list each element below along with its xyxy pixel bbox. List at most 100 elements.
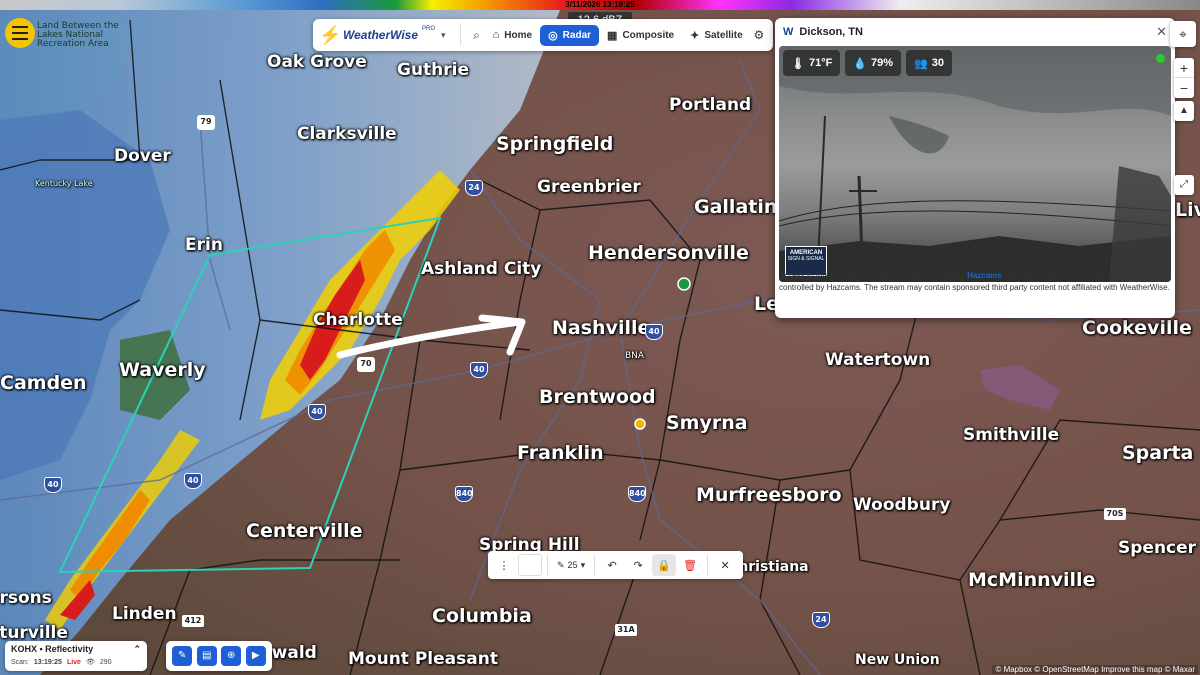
radar-icon: ◎ <box>548 29 558 42</box>
interstate-shield: 840 <box>455 486 473 502</box>
draw-button[interactable]: ✎ <box>172 646 193 666</box>
satellite-icon: ✦ <box>690 29 700 42</box>
map-icon: ▤ <box>202 650 212 661</box>
users-icon: 👥 <box>914 57 928 70</box>
radar-info-card[interactable]: KOHX • Reflectivity ⌃ Scan: 13:19:25 Liv… <box>5 641 147 671</box>
undo-button[interactable]: ↶ <box>600 554 624 576</box>
settings-icon[interactable]: ⚙ <box>751 28 767 42</box>
city-label: Smyrna <box>666 412 748 434</box>
city-label: McMinnville <box>968 569 1096 591</box>
city-label: Spencer <box>1118 538 1197 558</box>
interstate-shield: 24 <box>465 180 483 196</box>
city-label: Franklin <box>517 442 604 464</box>
map-attribution[interactable]: © Mapbox © OpenStreetMap Improve this ma… <box>992 665 1198 674</box>
humidity-badge: 💧 79% <box>845 50 902 76</box>
city-label: Camden <box>0 372 87 394</box>
camera-scene <box>779 46 1171 282</box>
city-label: Gallatin <box>694 196 778 218</box>
locate-button[interactable]: ⊕ <box>221 646 242 666</box>
close-icon[interactable]: ✕ <box>1156 24 1167 40</box>
city-label: Watertown <box>825 350 931 370</box>
tab-label: Satellite <box>704 29 743 41</box>
compass-button[interactable]: ⌖ <box>1170 21 1196 47</box>
route-shield: 412 <box>182 615 204 627</box>
interstate-shield: 40 <box>645 324 663 340</box>
eye-icon: 👁 <box>85 659 95 666</box>
temperature-badge: 🌡 71°F <box>783 50 841 76</box>
scan-time: 13:19:25 <box>33 658 62 666</box>
redo-button[interactable]: ↷ <box>626 554 650 576</box>
brand-name: WeatherWise <box>343 28 419 42</box>
menu-button[interactable] <box>5 18 35 48</box>
color-swatch[interactable] <box>518 554 542 576</box>
radar-site-name: KOHX • Reflectivity <box>11 644 94 654</box>
city-label: Charlotte <box>313 310 403 330</box>
brand-pro-tag: PRO <box>422 26 436 32</box>
tab-home[interactable]: ⌂ Home <box>485 25 540 45</box>
redo-icon: ↷ <box>633 559 643 572</box>
route-shield: 31A <box>615 624 637 636</box>
zoom-out-button[interactable]: − <box>1174 78 1194 98</box>
zoom-in-button[interactable]: + <box>1174 58 1194 78</box>
interstate-shield: 840 <box>628 486 646 502</box>
map-layers-button[interactable]: ▤ <box>196 646 217 666</box>
tab-satellite[interactable]: ✦ Satellite <box>682 25 751 46</box>
top-navigation: ⚡ WeatherWise PRO ▾ ⌕ ⌂ Home ◎ Radar ▦ C… <box>313 19 773 51</box>
lock-icon: 🔒 <box>657 559 671 572</box>
tab-composite[interactable]: ▦ Composite <box>599 25 682 46</box>
camera-panel: W Dickson, TN ✕ 🌡 71°F 💧 79% 👥 30 AMERIC… <box>775 18 1175 318</box>
zoom-controls: + − <box>1174 58 1194 98</box>
city-label: Erin <box>185 235 223 255</box>
compass-icon: ⌖ <box>1179 26 1187 42</box>
play-icon: ▶ <box>251 650 260 661</box>
drawing-toolbar: ⋮ ✎ 25 ▾ ↶ ↷ 🔒 🗑 ✕ <box>488 551 743 579</box>
camera-video[interactable]: 🌡 71°F 💧 79% 👥 30 AMERICAN SIGN & SIGNAL <box>779 46 1171 282</box>
fullscreen-icon: ⤢ <box>1180 179 1188 190</box>
drag-handle-icon[interactable]: ⋮ <box>492 554 516 576</box>
thermometer-icon: 🌡 <box>791 57 805 70</box>
city-label: Sparta <box>1122 442 1194 464</box>
city-label: Cookeville <box>1082 317 1192 339</box>
chevron-up-icon[interactable]: ⌃ <box>133 644 141 655</box>
city-label: Mount Pleasant <box>348 649 498 669</box>
chevron-down-icon: ▾ <box>441 29 446 40</box>
park-label: Land Between the Lakes National Recreati… <box>37 21 119 49</box>
city-label: Columbia <box>432 605 532 627</box>
city-label: Guthrie <box>397 60 470 80</box>
humidity-value: 79% <box>871 57 894 69</box>
airport-label: BNA <box>625 351 645 361</box>
camera-location: Dickson, TN <box>799 26 863 38</box>
reset-bearing-button[interactable]: ▲ <box>1174 101 1194 121</box>
interstate-shield: 40 <box>184 473 202 489</box>
provider-link[interactable]: Hazcams <box>967 271 1002 280</box>
close-drawing-button[interactable]: ✕ <box>713 554 737 576</box>
search-icon[interactable]: ⌕ <box>468 28 484 43</box>
route-shield: 70 <box>357 357 375 372</box>
city-label: Ashland City <box>421 259 542 279</box>
city-label: Springfield <box>496 133 614 155</box>
brand[interactable]: ⚡ WeatherWise PRO ▾ <box>319 25 446 45</box>
live-label: Live <box>66 658 81 666</box>
scan-timestamp: 3/11/2026 13:19:25 <box>565 0 635 9</box>
live-indicator <box>1156 54 1165 63</box>
city-label: Nashville <box>552 317 651 339</box>
camera-marker-yellow <box>634 418 646 430</box>
city-label: Portland <box>669 95 752 115</box>
city-label: Linden <box>112 604 177 624</box>
city-label: Centerville <box>246 520 363 542</box>
city-label: Hendersonville <box>588 242 749 264</box>
pen-size-select[interactable]: ✎ 25 ▾ <box>553 554 589 576</box>
lock-button[interactable]: 🔒 <box>652 554 677 576</box>
map-tool-button[interactable]: ⤢ <box>1174 175 1194 195</box>
hamburger-icon <box>12 26 28 28</box>
city-label: Clarksville <box>297 124 397 144</box>
city-label: Dover <box>114 146 171 166</box>
home-icon: ⌂ <box>492 29 500 41</box>
play-button[interactable]: ▶ <box>245 646 266 666</box>
tab-radar[interactable]: ◎ Radar <box>540 24 600 46</box>
route-shield: 70S <box>1104 508 1126 520</box>
delete-button[interactable]: 🗑 <box>678 554 702 576</box>
map-tools: ✎ ▤ ⊕ ▶ <box>166 641 272 671</box>
interstate-shield: 40 <box>470 362 488 378</box>
viewers-badge: 👥 30 <box>906 50 953 76</box>
